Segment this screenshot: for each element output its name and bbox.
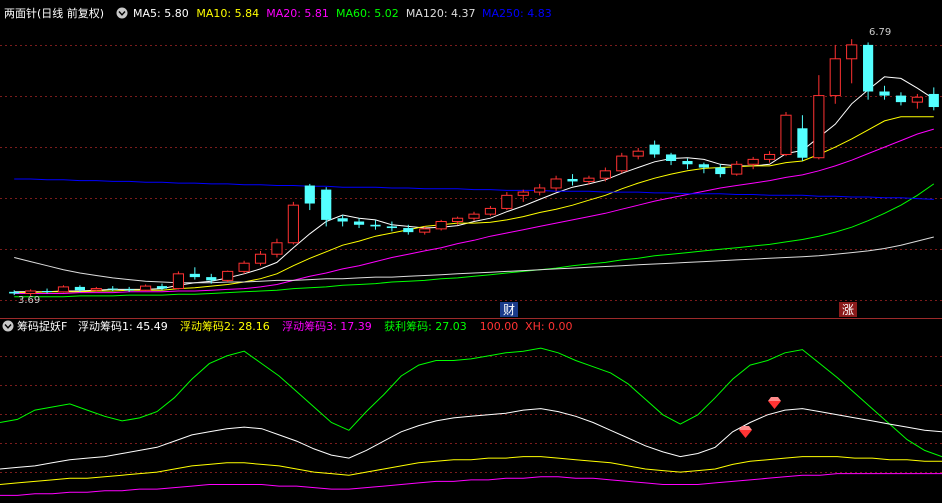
- ma-legend-item: MA20: 5.81: [266, 7, 329, 20]
- ma-legend-item: MA60: 5.02: [336, 7, 399, 20]
- indicator-legend-item: 100.00: [480, 320, 519, 333]
- indicator-settings-icon[interactable]: [2, 320, 14, 332]
- ma-legend-item: MA5: 5.80: [133, 7, 189, 20]
- candle[interactable]: [287, 201, 299, 245]
- marker-cai[interactable]: 财: [500, 302, 518, 317]
- candle[interactable]: [172, 271, 185, 290]
- ma-legend-item: MA120: 4.37: [406, 7, 476, 20]
- stock-chart-canvas[interactable]: 两面针(日线 前复权) MA5: 5.80 MA10: 5.84 MA20: 5.8…: [0, 0, 942, 503]
- indicator-legend-item: XH: 0.00: [525, 320, 573, 333]
- candle[interactable]: [222, 270, 234, 283]
- indicator-legend-item: 浮动筹码2: 28.16: [180, 319, 270, 333]
- settings-toggle-icon[interactable]: [116, 7, 128, 19]
- candle[interactable]: [863, 42, 874, 100]
- marker-cai-label: 财: [503, 303, 515, 317]
- candle[interactable]: [435, 219, 447, 231]
- high-price-label: 6.79: [869, 27, 891, 38]
- marker-zhang[interactable]: 涨: [839, 302, 857, 317]
- chart-background: [0, 0, 942, 503]
- indicator-legend-item: 浮动筹码3: 17.39: [282, 319, 372, 333]
- indicator-legend-item: 浮动筹码1: 45.49: [78, 319, 168, 333]
- ma-legend-item: MA250: 4.83: [482, 7, 552, 20]
- marker-zhang-label: 涨: [842, 302, 854, 317]
- low-price-label: 3.69: [18, 295, 40, 306]
- ma-legend: MA5: 5.80 MA10: 5.84 MA20: 5.81 MA60: 5.02 M…: [133, 7, 552, 20]
- candle[interactable]: [616, 152, 628, 174]
- indicator-legend: 浮动筹码1: 45.49 浮动筹码2: 28.16 浮动筹码3: 17.39 获利筹码…: [78, 319, 573, 333]
- ma-legend-item: MA10: 5.84: [196, 7, 259, 20]
- candle[interactable]: [780, 111, 792, 157]
- indicator-title: 筹码捉妖F: [17, 319, 67, 333]
- indicator-legend-item: 获利筹码: 27.03: [384, 319, 467, 333]
- stock-title: 两面针(日线 前复权): [4, 6, 104, 20]
- candle[interactable]: [238, 260, 250, 274]
